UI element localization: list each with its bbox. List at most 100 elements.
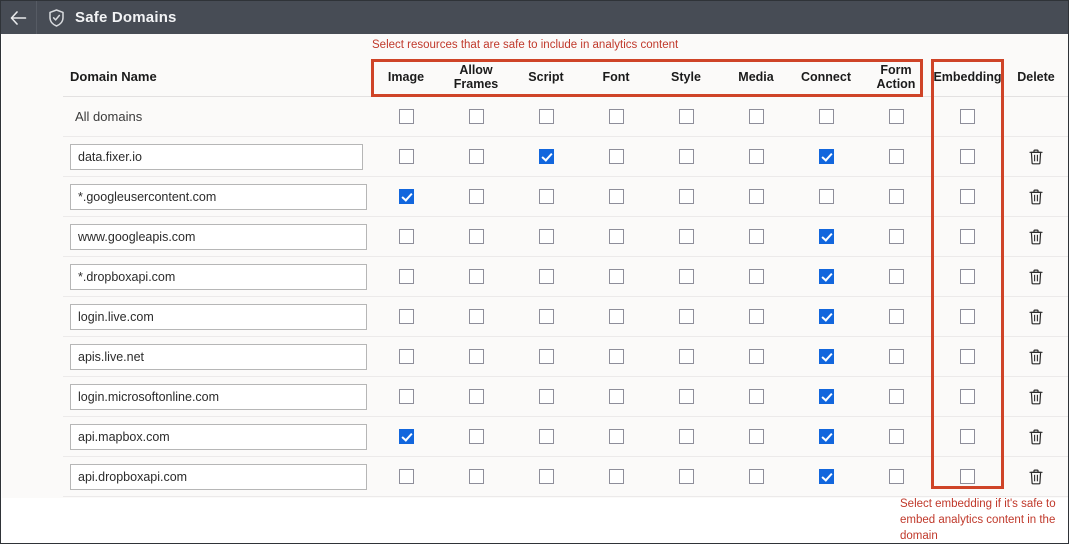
checkbox-embedding[interactable] (960, 149, 975, 164)
checkbox-style[interactable] (678, 309, 694, 324)
checkbox-font[interactable] (608, 229, 624, 244)
checkbox-connect[interactable] (818, 349, 834, 364)
trash-icon[interactable] (1028, 188, 1044, 205)
back-button[interactable] (1, 1, 37, 34)
checkbox-script[interactable] (538, 429, 554, 444)
checkbox-allow-frames[interactable] (468, 429, 484, 444)
checkbox-allow-frames[interactable] (468, 269, 484, 284)
checkbox-style[interactable] (678, 109, 694, 124)
trash-icon[interactable] (1028, 268, 1044, 285)
checkbox-font[interactable] (608, 469, 624, 484)
checkbox-form-action[interactable] (888, 149, 904, 164)
trash-icon[interactable] (1028, 228, 1044, 245)
checkbox-embedding[interactable] (960, 389, 975, 404)
checkbox-script[interactable] (538, 229, 554, 244)
checkbox-media[interactable] (748, 229, 764, 244)
checkbox-media[interactable] (748, 349, 764, 364)
checkbox-media[interactable] (748, 149, 764, 164)
checkbox-image[interactable] (398, 389, 414, 404)
checkbox-font[interactable] (608, 269, 624, 284)
checkbox-image[interactable] (398, 309, 414, 324)
checkbox-style[interactable] (678, 189, 694, 204)
checkbox-embedding[interactable] (960, 109, 975, 124)
checkbox-allow-frames[interactable] (468, 469, 484, 484)
checkbox-allow-frames[interactable] (468, 149, 484, 164)
checkbox-embedding[interactable] (960, 469, 975, 484)
checkbox-connect[interactable] (818, 109, 834, 124)
checkbox-form-action[interactable] (888, 469, 904, 484)
checkbox-image[interactable] (398, 109, 414, 124)
checkbox-font[interactable] (608, 429, 624, 444)
checkbox-embedding[interactable] (960, 429, 975, 444)
checkbox-font[interactable] (608, 349, 624, 364)
checkbox-media[interactable] (748, 189, 764, 204)
checkbox-image[interactable] (398, 229, 414, 244)
domain-name-input[interactable] (70, 423, 367, 450)
checkbox-style[interactable] (678, 389, 694, 404)
checkbox-connect[interactable] (818, 229, 834, 244)
checkbox-form-action[interactable] (888, 389, 904, 404)
trash-icon[interactable] (1028, 348, 1044, 365)
checkbox-media[interactable] (748, 109, 764, 124)
checkbox-form-action[interactable] (888, 269, 904, 284)
checkbox-embedding[interactable] (960, 349, 975, 364)
checkbox-allow-frames[interactable] (468, 389, 484, 404)
domain-name-input[interactable] (70, 183, 367, 210)
checkbox-font[interactable] (608, 389, 624, 404)
checkbox-connect[interactable] (818, 269, 834, 284)
checkbox-script[interactable] (538, 309, 554, 324)
checkbox-embedding[interactable] (960, 269, 975, 284)
checkbox-font[interactable] (608, 189, 624, 204)
checkbox-connect[interactable] (818, 149, 834, 164)
checkbox-connect[interactable] (818, 389, 834, 404)
checkbox-font[interactable] (608, 309, 624, 324)
checkbox-form-action[interactable] (888, 349, 904, 364)
checkbox-style[interactable] (678, 429, 694, 444)
domain-name-input[interactable] (70, 263, 367, 290)
checkbox-form-action[interactable] (888, 109, 904, 124)
checkbox-style[interactable] (678, 349, 694, 364)
checkbox-image[interactable] (398, 189, 414, 204)
checkbox-media[interactable] (748, 429, 764, 444)
checkbox-form-action[interactable] (888, 429, 904, 444)
checkbox-script[interactable] (538, 149, 554, 164)
checkbox-image[interactable] (398, 269, 414, 284)
checkbox-embedding[interactable] (960, 189, 975, 204)
checkbox-script[interactable] (538, 269, 554, 284)
domain-name-input[interactable] (70, 143, 363, 170)
domain-name-input[interactable] (70, 343, 367, 370)
checkbox-allow-frames[interactable] (468, 189, 484, 204)
checkbox-form-action[interactable] (888, 229, 904, 244)
checkbox-script[interactable] (538, 349, 554, 364)
checkbox-media[interactable] (748, 309, 764, 324)
checkbox-script[interactable] (538, 189, 554, 204)
checkbox-media[interactable] (748, 269, 764, 284)
checkbox-connect[interactable] (818, 469, 834, 484)
checkbox-allow-frames[interactable] (468, 229, 484, 244)
domain-name-input[interactable] (70, 463, 367, 490)
checkbox-media[interactable] (748, 389, 764, 404)
checkbox-connect[interactable] (818, 309, 834, 324)
checkbox-allow-frames[interactable] (468, 109, 484, 124)
checkbox-script[interactable] (538, 389, 554, 404)
trash-icon[interactable] (1028, 468, 1044, 485)
checkbox-style[interactable] (678, 149, 694, 164)
checkbox-style[interactable] (678, 229, 694, 244)
checkbox-connect[interactable] (818, 429, 834, 444)
checkbox-font[interactable] (608, 109, 624, 124)
checkbox-style[interactable] (678, 469, 694, 484)
domain-name-input[interactable] (70, 383, 367, 410)
trash-icon[interactable] (1028, 388, 1044, 405)
trash-icon[interactable] (1028, 148, 1044, 165)
checkbox-script[interactable] (538, 469, 554, 484)
checkbox-style[interactable] (678, 269, 694, 284)
checkbox-font[interactable] (608, 149, 624, 164)
trash-icon[interactable] (1028, 428, 1044, 445)
checkbox-image[interactable] (398, 149, 414, 164)
checkbox-script[interactable] (538, 109, 554, 124)
trash-icon[interactable] (1028, 308, 1044, 325)
checkbox-media[interactable] (748, 469, 764, 484)
checkbox-embedding[interactable] (960, 229, 975, 244)
checkbox-form-action[interactable] (888, 189, 904, 204)
domain-name-input[interactable] (70, 303, 367, 330)
